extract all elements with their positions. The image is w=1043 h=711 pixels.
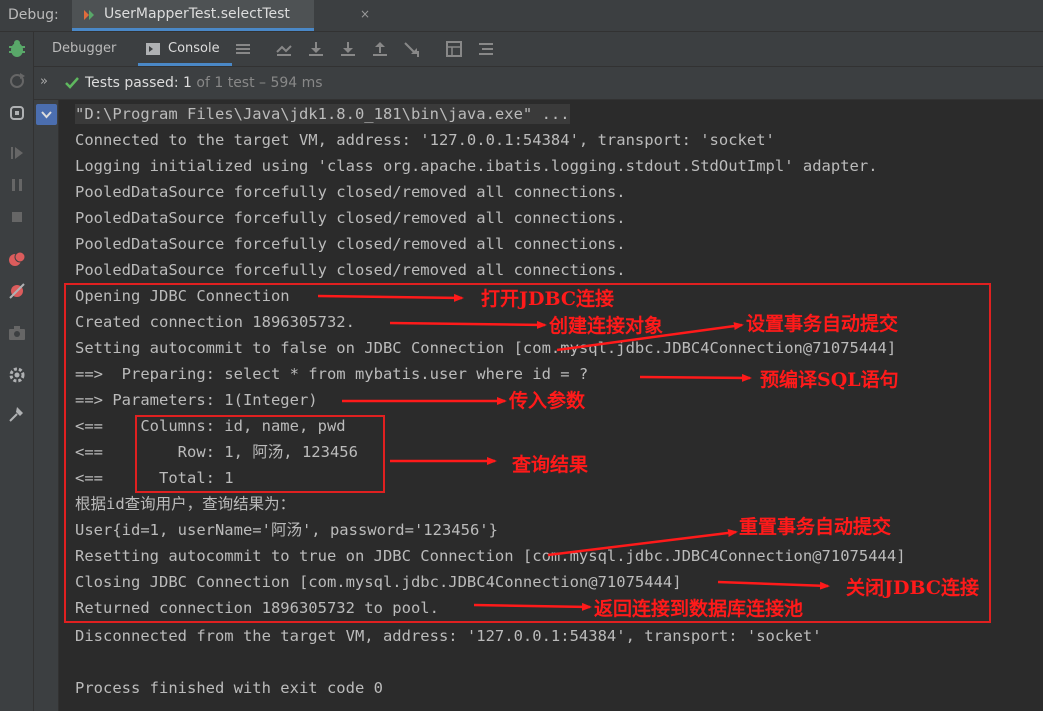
console-line: PooledDataSource forcefully closed/remov… <box>75 183 626 201</box>
console-line[interactable]: "D:\Program Files\Java\jdk1.8.0_181\bin\… <box>75 104 570 124</box>
test-run-icon <box>84 10 94 20</box>
test-tree-node[interactable] <box>36 104 57 125</box>
test-status-bar: » Tests passed: 1 of 1 test – 594 ms <box>34 67 1043 100</box>
console-line: <== Row: 1, 阿汤, 123456 <box>75 443 358 461</box>
chevron-down-icon <box>41 111 52 119</box>
pause-icon[interactable] <box>6 174 28 196</box>
console-line: Created connection 1896305732. <box>75 313 355 331</box>
debug-tool-window-header: Debug: UserMapperTest.selectTest × <box>0 0 1043 32</box>
expand-icon[interactable]: » <box>40 74 48 89</box>
debug-label: Debug: <box>8 7 59 23</box>
menu-icon[interactable] <box>233 39 253 59</box>
test-result-text: Tests passed: 1 of 1 test – 594 ms <box>85 75 323 91</box>
console-line: <== Columns: id, name, pwd <box>75 417 346 435</box>
pin-icon[interactable] <box>6 404 28 426</box>
mute-breakpoints-icon[interactable] <box>6 280 28 302</box>
console-output[interactable]: "D:\Program Files\Java\jdk1.8.0_181\bin\… <box>59 100 1043 711</box>
console-icon <box>146 43 160 55</box>
console-line: User{id=1, userName='阿汤', password='1234… <box>75 521 498 539</box>
tests-passed-label: Tests passed: 1 <box>85 75 192 91</box>
console-line: <== Total: 1 <box>75 469 234 487</box>
console-line: ==> Preparing: select * from mybatis.use… <box>75 365 589 383</box>
resume-icon[interactable] <box>6 142 28 164</box>
debug-side-toolbar <box>0 32 34 711</box>
evaluate-expression-icon[interactable] <box>444 39 464 59</box>
console-line: Logging initialized using 'class org.apa… <box>75 157 878 175</box>
test-tree-column <box>34 100 59 711</box>
run-to-cursor-icon[interactable] <box>402 39 422 59</box>
settings-icon[interactable] <box>6 364 28 386</box>
tab-console-label: Console <box>168 41 220 56</box>
debug-toolbar: Debugger Console <box>34 32 1043 67</box>
rerun-failed-icon[interactable] <box>6 102 28 124</box>
step-into-icon[interactable] <box>338 39 358 59</box>
console-line: Closing JDBC Connection [com.mysql.jdbc.… <box>75 573 682 591</box>
console-line: Returned connection 1896305732 to pool. <box>75 599 439 617</box>
run-tab-title: UserMapperTest.selectTest <box>104 6 290 22</box>
step-out-icon[interactable] <box>370 39 390 59</box>
step-over-icon[interactable] <box>306 39 326 59</box>
tab-debugger[interactable]: Debugger <box>52 41 116 56</box>
console-line: Opening JDBC Connection <box>75 287 290 305</box>
tests-total-label: of 1 test – 594 ms <box>191 75 323 91</box>
trace-icon[interactable] <box>476 39 496 59</box>
show-execution-point-icon[interactable] <box>274 39 294 59</box>
console-line: Connected to the target VM, address: '12… <box>75 131 775 149</box>
bug-icon[interactable] <box>6 38 28 60</box>
console-line: Process finished with exit code 0 <box>75 679 383 697</box>
rerun-icon[interactable] <box>6 70 28 92</box>
close-icon[interactable]: × <box>360 7 370 21</box>
console-line: PooledDataSource forcefully closed/remov… <box>75 261 626 279</box>
breakpoints-icon[interactable] <box>6 248 28 270</box>
console-line: 根据id查询用户，查询结果为： <box>75 495 296 513</box>
console-line: PooledDataSource forcefully closed/remov… <box>75 235 626 253</box>
console-line: PooledDataSource forcefully closed/remov… <box>75 209 626 227</box>
console-line: Setting autocommit to false on JDBC Conn… <box>75 339 897 357</box>
check-icon <box>65 77 79 89</box>
console-line: ==> Parameters: 1(Integer) <box>75 391 318 409</box>
stop-icon[interactable] <box>6 206 28 228</box>
tab-console[interactable]: Console <box>138 32 232 66</box>
run-config-tab[interactable]: UserMapperTest.selectTest × <box>72 0 370 31</box>
camera-icon[interactable] <box>6 322 28 344</box>
console-line: Resetting autocommit to true on JDBC Con… <box>75 547 906 565</box>
console-line: Disconnected from the target VM, address… <box>75 627 822 645</box>
